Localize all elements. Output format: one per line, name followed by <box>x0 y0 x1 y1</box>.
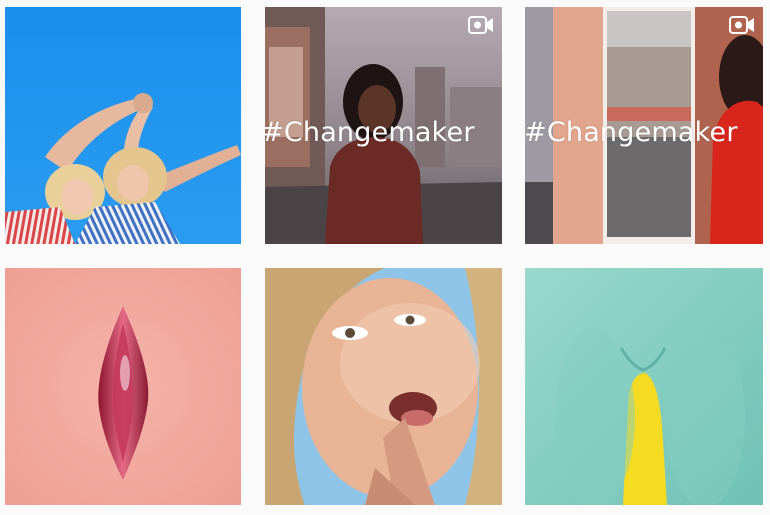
post-image-1 <box>5 7 241 244</box>
post-image-5 <box>265 268 502 505</box>
post-image-4 <box>5 268 241 505</box>
post-thumbnail-1[interactable] <box>5 7 241 244</box>
video-caption: #Changemaker <box>265 117 475 148</box>
post-thumbnail-6[interactable] <box>525 268 763 505</box>
post-thumbnail-4[interactable] <box>5 268 241 505</box>
post-image-6 <box>525 268 763 505</box>
post-thumbnail-3[interactable]: #Changemaker <box>525 7 763 244</box>
post-thumbnail-5[interactable] <box>265 268 502 505</box>
video-camera-icon <box>729 16 754 34</box>
post-thumbnail-2[interactable]: #Changemaker <box>265 7 502 244</box>
video-caption: #Changemaker <box>525 117 738 148</box>
post-grid: #Changemaker #Changemaker <box>0 0 770 515</box>
video-camera-icon <box>468 16 493 34</box>
